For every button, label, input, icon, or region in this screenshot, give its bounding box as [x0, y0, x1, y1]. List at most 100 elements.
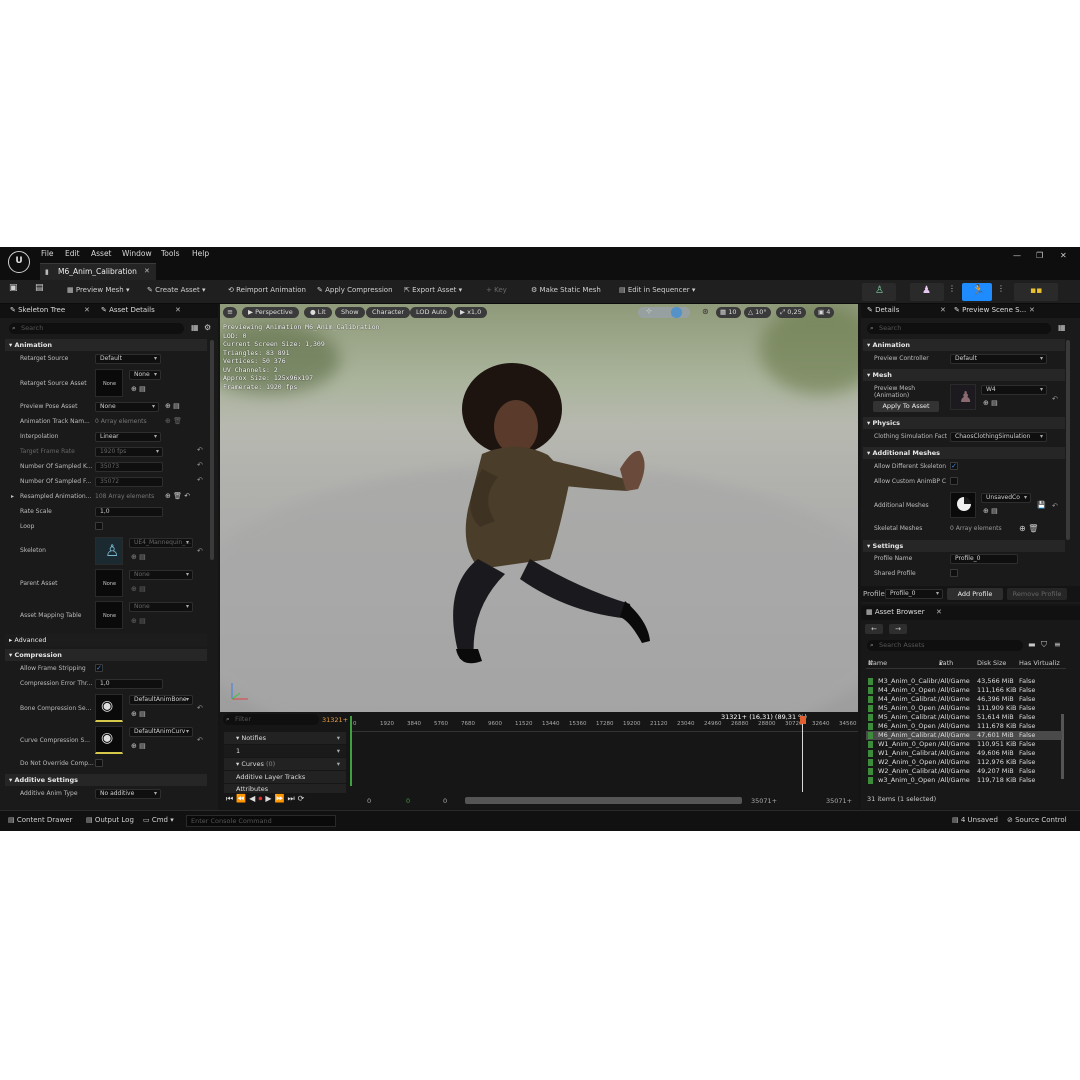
- curves-track[interactable]: ▾ Curves (0) ▾: [224, 758, 346, 770]
- add-profile-button[interactable]: Add Profile: [947, 588, 1003, 600]
- lit-button[interactable]: ● Lit: [304, 307, 332, 318]
- right-panel-scrollbar[interactable]: [1066, 340, 1070, 540]
- rate-scale-field[interactable]: 1,0: [95, 507, 163, 517]
- preview-mesh-button[interactable]: ▦ Preview Mesh ▾: [67, 286, 130, 294]
- skeleton-thumbnail[interactable]: ♙: [95, 537, 123, 565]
- angle-snap-button[interactable]: △ 10°: [744, 307, 771, 318]
- loop-checkbox[interactable]: [95, 522, 103, 530]
- playhead-handle[interactable]: [800, 716, 806, 724]
- reset-icon[interactable]: ↶: [197, 461, 203, 469]
- reset-icon[interactable]: ↶: [1052, 395, 1058, 403]
- table-view-icon[interactable]: ▦: [191, 323, 199, 332]
- playback-speed-button[interactable]: ▶ x1,0: [454, 307, 488, 318]
- do-not-override-checkbox[interactable]: [95, 759, 103, 767]
- minimize-icon[interactable]: —: [1013, 251, 1021, 260]
- compression-error-field[interactable]: 1,0: [95, 679, 163, 689]
- gear-icon[interactable]: ⚙: [204, 323, 211, 332]
- save-icon[interactable]: 💾: [1037, 501, 1046, 509]
- reset-icon[interactable]: ↶: [197, 736, 203, 744]
- details-search-input[interactable]: ⌕ Search: [9, 323, 184, 334]
- section-physics[interactable]: ▾ Physics: [863, 417, 1065, 429]
- list-item[interactable]: M4_Anim_Calibrat/All/Game 46,396 MiB False: [866, 695, 1062, 704]
- close-icon[interactable]: ✕: [84, 306, 90, 314]
- working-end[interactable]: 35071+: [751, 797, 777, 805]
- folder-icon[interactable]: ▬: [1028, 640, 1036, 649]
- range-end[interactable]: 35071+: [826, 797, 852, 805]
- working-start[interactable]: 0: [443, 797, 447, 805]
- additive-layer-track[interactable]: Additive Layer Tracks: [224, 771, 346, 783]
- surface-snap-icon[interactable]: ⊛: [702, 307, 709, 316]
- sampled-keys-field[interactable]: 35073: [95, 462, 163, 472]
- browse-asset-icon[interactable]: ⊕ ▤: [131, 385, 146, 393]
- browse-asset-icon[interactable]: ⊕ ▤: [131, 742, 146, 750]
- table-view-icon[interactable]: ▦: [1058, 323, 1066, 332]
- mapping-table-dropdown[interactable]: None ▾: [129, 602, 193, 612]
- reset-icon[interactable]: ↶: [1052, 502, 1058, 510]
- list-options-icon[interactable]: ≡: [1054, 640, 1061, 649]
- create-asset-button[interactable]: ✎ Create Asset ▾: [147, 286, 205, 294]
- menu-window[interactable]: Window: [122, 249, 152, 258]
- reimport-animation-button[interactable]: ⟲ Reimport Animation: [228, 286, 306, 294]
- timeline-scrollbar[interactable]: [465, 797, 742, 804]
- mapping-table-thumbnail[interactable]: None: [95, 601, 123, 629]
- preview-search-input[interactable]: ⌕ Search: [867, 323, 1051, 334]
- play-reverse-icon[interactable]: ◀: [249, 794, 258, 803]
- skip-to-end-icon[interactable]: ⏭: [287, 794, 297, 803]
- grid-snap-button[interactable]: ▦ 10: [716, 307, 741, 318]
- column-has-virtualized[interactable]: Has Virtualiz: [1019, 659, 1060, 667]
- add-element-icon[interactable]: ⊕ 🗑 ↶: [165, 492, 190, 500]
- perspective-button[interactable]: ▶ Perspective: [242, 307, 299, 318]
- close-icon[interactable]: ✕: [144, 267, 150, 275]
- profile-dropdown[interactable]: Profile_0 ▾: [885, 589, 943, 599]
- reset-icon[interactable]: ↶: [197, 547, 203, 555]
- hamburger-menu-icon[interactable]: ≡: [223, 307, 237, 318]
- character-button[interactable]: Character: [366, 307, 411, 318]
- reset-icon[interactable]: ↶: [197, 704, 203, 712]
- browse-icon[interactable]: ▤: [35, 283, 44, 293]
- list-item[interactable]: M6_Anim_0_Open/All/Game 111,678 KiB False: [866, 722, 1062, 731]
- frame-stripping-checkbox[interactable]: ✓: [95, 664, 103, 672]
- save-icon[interactable]: ▣: [9, 283, 18, 293]
- column-disk-size[interactable]: Disk Size: [977, 659, 1006, 667]
- range-start[interactable]: 0: [367, 797, 371, 805]
- close-icon[interactable]: ✕: [936, 608, 942, 616]
- section-animation[interactable]: ▾ Animation: [5, 339, 207, 351]
- target-frame-rate-dropdown[interactable]: 1920 fps ▾: [95, 447, 163, 457]
- reset-icon[interactable]: ↶: [197, 446, 203, 454]
- close-icon[interactable]: ✕: [1029, 306, 1035, 314]
- parent-asset-dropdown[interactable]: None ▾: [129, 570, 193, 580]
- document-tab[interactable]: ▮ M6_Anim_Calibration ✕: [40, 263, 156, 280]
- skeleton-dropdown[interactable]: UE4_Mannequin_... ▾: [129, 538, 193, 548]
- blueprint-mode-button[interactable]: ▪▪: [1014, 283, 1058, 301]
- loop-icon[interactable]: ⟳: [298, 794, 308, 803]
- viewport[interactable]: ≡ ▶ Perspective ● Lit Show Character LOD…: [220, 304, 858, 712]
- export-asset-button[interactable]: ⇱ Export Asset ▾: [404, 286, 462, 294]
- unsaved-button[interactable]: ▤ 4 Unsaved: [952, 816, 998, 824]
- browse-asset-icon[interactable]: ⊕ ▤: [131, 585, 146, 593]
- attributes-track[interactable]: Attributes: [224, 784, 346, 793]
- preview-controller-dropdown[interactable]: Default ▾: [950, 354, 1047, 364]
- section-settings[interactable]: ▾ Settings: [863, 540, 1065, 552]
- list-item[interactable]: M4_Anim_0_Open/All/Game 111,166 KiB False: [866, 686, 1062, 695]
- content-drawer-button[interactable]: ▤ Content Drawer: [8, 816, 72, 824]
- range-view-start[interactable]: 0: [406, 797, 410, 805]
- profile-name-field[interactable]: Profile_0: [950, 554, 1018, 564]
- curve-compression-dropdown[interactable]: DefaultAnimCurv ▾: [129, 727, 193, 737]
- section-additive-settings[interactable]: ▾ Additive Settings: [5, 774, 207, 786]
- source-control-button[interactable]: ⊘ Source Control: [1007, 816, 1067, 824]
- close-window-icon[interactable]: ✕: [1060, 251, 1067, 260]
- more-options-icon[interactable]: ⋮: [948, 284, 956, 293]
- edit-in-sequencer-button[interactable]: ▤ Edit in Sequencer ▾: [619, 286, 695, 294]
- section-compression[interactable]: ▾ Compression: [5, 649, 207, 661]
- tab-preview-scene[interactable]: ✎ Preview Scene S...: [954, 306, 1026, 314]
- timeline-filter-input[interactable]: ⌕ Filter: [223, 714, 319, 725]
- browse-asset-icon[interactable]: ⊕ ▤: [983, 399, 998, 407]
- browse-asset-icon[interactable]: ⊕ ▤: [131, 617, 146, 625]
- retarget-source-dropdown[interactable]: Default ▾: [95, 354, 161, 364]
- list-item[interactable]: W1_Anim_0_Open/All/Game 110,951 KiB False: [866, 740, 1062, 749]
- maximize-icon[interactable]: ❐: [1036, 251, 1043, 260]
- camera-speed-button[interactable]: ▣ 4: [814, 307, 835, 318]
- list-item[interactable]: W2_Anim_0_Open/All/Game 112,976 KiB False: [866, 758, 1062, 767]
- additional-meshes-thumbnail[interactable]: [950, 492, 976, 518]
- list-item[interactable]: W2_Anim_Calibrat/All/Game 49,207 MiB False: [866, 767, 1062, 776]
